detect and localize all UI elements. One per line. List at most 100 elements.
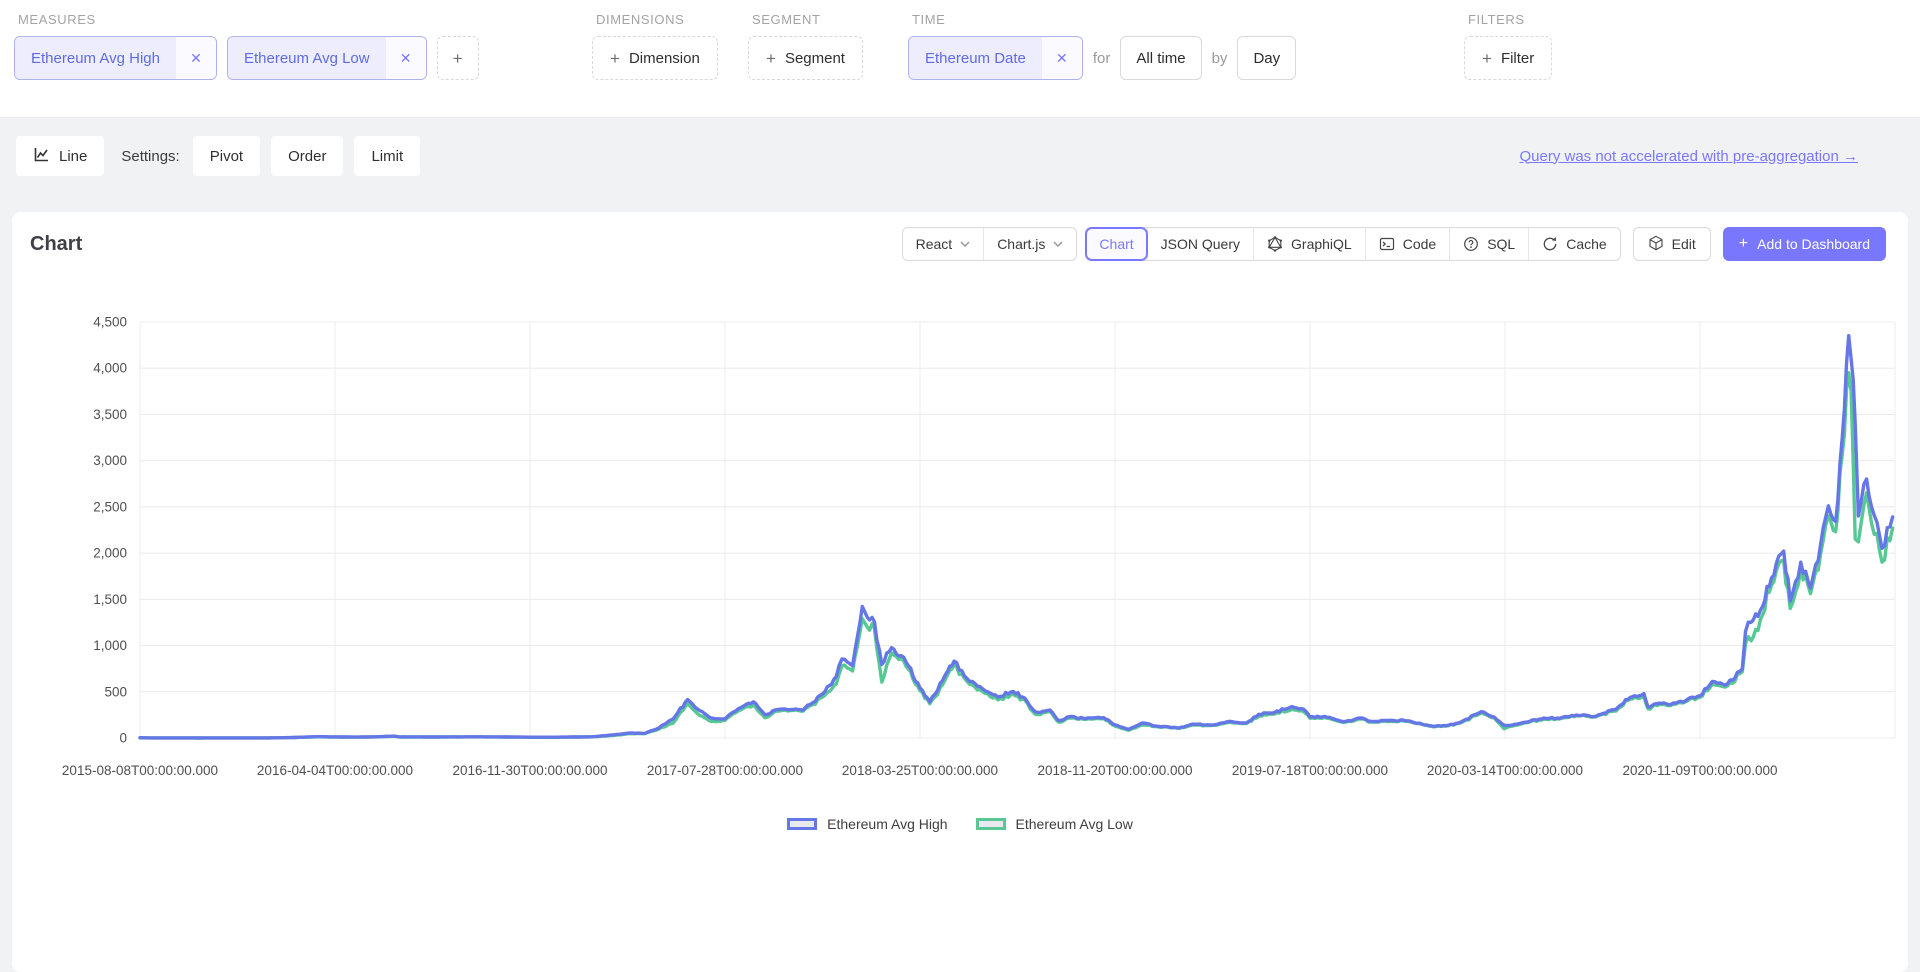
charting-library-select-value: Chart.js <box>997 236 1045 252</box>
chart-legend: Ethereum Avg High Ethereum Avg Low <box>12 816 1908 832</box>
y-axis-tick-label: 4,000 <box>93 361 127 376</box>
query-builder-bar: MEASURES Ethereum Avg High✕Ethereum Avg … <box>0 0 1920 118</box>
chart-toolbar: Line Settings: Pivot Order Limit Query was… <box>0 118 1920 194</box>
preaggregation-link[interactable]: Query was not accelerated with pre-aggre… <box>1519 148 1858 165</box>
time-dimension-chip-label: Ethereum Date <box>909 37 1042 79</box>
add-filter-label: Filter <box>1501 50 1534 67</box>
time-label: TIME <box>912 12 1296 27</box>
y-axis-tick-label: 1,500 <box>93 592 127 607</box>
dimensions-section: DIMENSIONS + Dimension <box>592 12 718 80</box>
add-measure-button[interactable]: + <box>437 36 479 80</box>
plus-icon: + <box>766 50 776 67</box>
x-axis-tick-label: 2016-11-30T00:00:00.000 <box>452 763 607 778</box>
add-segment-button[interactable]: + Segment <box>748 36 863 80</box>
tab-label: Cache <box>1566 236 1606 252</box>
remove-measure-icon[interactable]: ✕ <box>176 37 216 79</box>
segment-label: SEGMENT <box>752 12 863 27</box>
toolbar-button-limit[interactable]: Limit <box>354 136 420 176</box>
tab-label: Chart <box>1099 236 1133 252</box>
y-axis-tick-label: 2,000 <box>93 546 127 561</box>
measures-section: MEASURES Ethereum Avg High✕Ethereum Avg … <box>14 12 479 80</box>
plus-icon: + <box>1739 236 1748 252</box>
tab-label: Code <box>1403 236 1436 252</box>
chevron-down-icon <box>1053 241 1063 247</box>
remove-time-dimension-icon[interactable]: ✕ <box>1042 37 1082 79</box>
x-axis-tick-label: 2020-03-14T00:00:00.000 <box>1427 763 1583 778</box>
time-section: TIME Ethereum Date ✕ for All time by Day <box>908 12 1296 80</box>
x-axis-tick-label: 2019-07-18T00:00:00.000 <box>1232 763 1388 778</box>
filters-section: FILTERS + Filter <box>1464 12 1552 80</box>
granularity-button[interactable]: Day <box>1237 36 1296 80</box>
add-dimension-label: Dimension <box>629 50 700 67</box>
y-axis-tick-label: 500 <box>104 684 127 699</box>
chart-type-button[interactable]: Line <box>16 136 104 176</box>
tab-code[interactable]: Code <box>1365 228 1449 260</box>
y-axis-tick-label: 2,500 <box>93 499 127 514</box>
framework-select[interactable]: React <box>903 228 984 260</box>
chevron-down-icon <box>960 241 970 247</box>
chart-card: Chart React Chart.js Chart JSON Query Grap… <box>12 212 1908 972</box>
remove-measure-icon[interactable]: ✕ <box>386 37 426 79</box>
result-view-tabs: Chart JSON Query GraphiQL Code SQL Cache <box>1085 227 1620 261</box>
measure-chip[interactable]: Ethereum Avg High✕ <box>14 36 217 80</box>
tab-graphiql[interactable]: GraphiQL <box>1253 228 1365 260</box>
x-axis-tick-label: 2016-04-04T00:00:00.000 <box>257 763 413 778</box>
measure-chip-label: Ethereum Avg High <box>15 37 176 79</box>
chart-header-actions: React Chart.js Chart JSON Query GraphiQL Co… <box>902 227 1886 261</box>
by-label: by <box>1212 50 1228 67</box>
tab-chart[interactable]: Chart <box>1086 228 1146 260</box>
add-to-dashboard-button[interactable]: + Add to Dashboard <box>1723 227 1886 261</box>
legend-swatch <box>787 818 817 830</box>
toolbar-button-pivot[interactable]: Pivot <box>193 136 260 176</box>
tab-label: GraphiQL <box>1291 236 1352 252</box>
chart-type-label: Line <box>59 148 87 165</box>
series-line-ethereum-avg-low <box>140 373 1893 738</box>
legend-label: Ethereum Avg High <box>827 816 947 832</box>
x-axis-tick-label: 2018-03-25T00:00:00.000 <box>842 763 998 778</box>
measure-chip[interactable]: Ethereum Avg Low✕ <box>227 36 427 80</box>
add-segment-label: Segment <box>785 50 845 67</box>
y-axis-tick-label: 4,500 <box>93 315 127 330</box>
filters-label: FILTERS <box>1468 12 1552 27</box>
legend-item-ethereum-avg-high[interactable]: Ethereum Avg High <box>787 816 947 832</box>
dimensions-label: DIMENSIONS <box>596 12 718 27</box>
tab-sql[interactable]: SQL <box>1449 228 1528 260</box>
x-axis-tick-label: 2018-11-20T00:00:00.000 <box>1037 763 1192 778</box>
framework-select-value: React <box>916 236 953 252</box>
add-filter-button[interactable]: + Filter <box>1464 36 1552 80</box>
settings-buttons: Pivot Order Limit <box>193 136 431 176</box>
edit-button-label: Edit <box>1672 236 1696 252</box>
plus-icon: + <box>610 50 620 67</box>
y-axis-tick-label: 0 <box>119 731 127 746</box>
settings-label: Settings: <box>121 148 179 165</box>
measure-chip-label: Ethereum Avg Low <box>228 37 386 79</box>
question-circle-icon <box>1463 236 1479 252</box>
legend-item-ethereum-avg-low[interactable]: Ethereum Avg Low <box>976 816 1133 832</box>
series-line-ethereum-avg-high <box>140 336 1893 738</box>
page-title: Chart <box>30 233 82 256</box>
plus-icon: + <box>1482 50 1492 67</box>
for-label: for <box>1093 50 1111 67</box>
y-axis-tick-label: 3,500 <box>93 407 127 422</box>
add-to-dashboard-label: Add to Dashboard <box>1757 236 1870 252</box>
legend-label: Ethereum Avg Low <box>1016 816 1133 832</box>
x-axis-tick-label: 2020-11-09T00:00:00.000 <box>1622 763 1777 778</box>
segment-section: SEGMENT + Segment <box>748 12 863 80</box>
toolbar-button-order[interactable]: Order <box>271 136 343 176</box>
time-dimension-chip[interactable]: Ethereum Date ✕ <box>908 36 1083 80</box>
line-chart-plot[interactable]: 05001,0001,5002,0002,5003,0003,5004,0004… <box>12 276 1908 816</box>
tab-cache[interactable]: Cache <box>1528 228 1619 260</box>
date-range-button[interactable]: All time <box>1120 36 1201 80</box>
y-axis-tick-label: 3,000 <box>93 453 127 468</box>
code-icon <box>1379 236 1395 252</box>
edit-button[interactable]: Edit <box>1633 227 1711 261</box>
measures-chip-list: Ethereum Avg High✕Ethereum Avg Low✕+ <box>14 36 479 80</box>
tab-json-query[interactable]: JSON Query <box>1147 228 1253 260</box>
x-axis-tick-label: 2017-07-28T00:00:00.000 <box>647 763 803 778</box>
sync-icon <box>1542 236 1558 252</box>
framework-select-group: React Chart.js <box>902 227 1078 261</box>
add-dimension-button[interactable]: + Dimension <box>592 36 718 80</box>
charting-library-select[interactable]: Chart.js <box>983 228 1076 260</box>
line-chart-icon <box>33 146 50 167</box>
codesandbox-icon <box>1648 235 1664 254</box>
